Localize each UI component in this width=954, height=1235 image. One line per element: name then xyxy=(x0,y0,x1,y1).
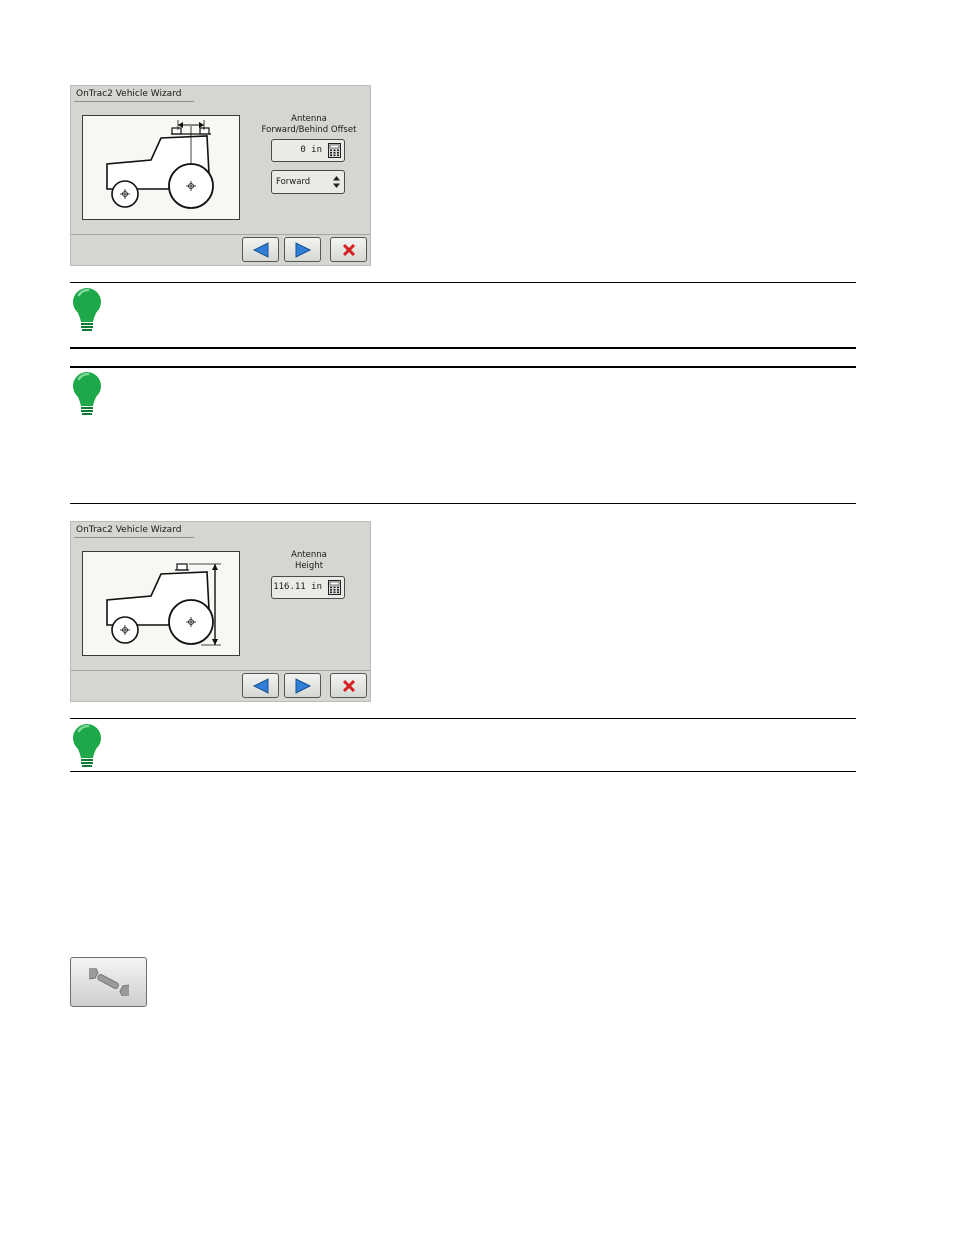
field-label-line1: Antenna xyxy=(291,550,327,560)
next-button[interactable] xyxy=(284,673,321,698)
back-arrow-icon xyxy=(252,241,268,258)
note-top-rule xyxy=(70,718,856,719)
direction-selected: Forward xyxy=(276,177,311,187)
field-label-line2: Height xyxy=(294,561,324,571)
note-top-rule xyxy=(70,282,856,283)
title-divider xyxy=(74,101,194,102)
footer-divider xyxy=(71,234,370,235)
cancel-x-icon xyxy=(342,679,355,692)
field-label: Antenna Forward/Behind Offset xyxy=(259,114,359,136)
tools-button[interactable] xyxy=(70,957,147,1007)
field-label-line2: Forward/Behind Offset xyxy=(261,125,357,135)
note-top-rule xyxy=(70,366,856,368)
tractor-offset-diagram xyxy=(82,115,240,220)
offset-value-field[interactable]: 0 in xyxy=(271,139,345,162)
up-down-arrows-icon xyxy=(333,176,340,188)
wizard-title: OnTrac2 Vehicle Wizard xyxy=(76,89,182,99)
next-arrow-icon xyxy=(295,241,311,258)
cancel-x-icon xyxy=(342,243,355,256)
field-label: Antenna Height xyxy=(259,550,359,572)
cancel-button[interactable] xyxy=(330,237,367,262)
wizard-screen-height: OnTrac2 Vehicle Wizard Antenna Height 11… xyxy=(70,521,371,702)
lightbulb-icon xyxy=(73,372,101,415)
next-button[interactable] xyxy=(284,237,321,262)
offset-value: 0 in xyxy=(300,145,322,155)
direction-select[interactable]: Forward xyxy=(271,170,345,194)
cancel-button[interactable] xyxy=(330,673,367,698)
footer-divider xyxy=(71,670,370,671)
back-arrow-icon xyxy=(252,677,268,694)
height-value-field[interactable]: 116.11 in xyxy=(271,576,345,599)
calculator-icon[interactable] xyxy=(328,143,341,158)
lightbulb-icon xyxy=(73,724,101,767)
back-button[interactable] xyxy=(242,237,279,262)
field-label-line1: Antenna xyxy=(291,114,327,124)
wizard-screen-offset: OnTrac2 Vehicle Wizard Antenna Forward/B… xyxy=(70,85,371,266)
title-divider xyxy=(74,537,194,538)
next-arrow-icon xyxy=(295,677,311,694)
back-button[interactable] xyxy=(242,673,279,698)
lightbulb-icon xyxy=(73,288,101,331)
note-bottom-rule xyxy=(70,771,856,772)
note-bottom-rule xyxy=(70,503,856,504)
calculator-icon[interactable] xyxy=(328,580,341,595)
wizard-title: OnTrac2 Vehicle Wizard xyxy=(76,525,182,535)
height-value: 116.11 in xyxy=(273,582,322,592)
tractor-height-diagram xyxy=(82,551,240,656)
note-bottom-rule xyxy=(70,347,856,349)
wrench-icon xyxy=(88,968,129,996)
